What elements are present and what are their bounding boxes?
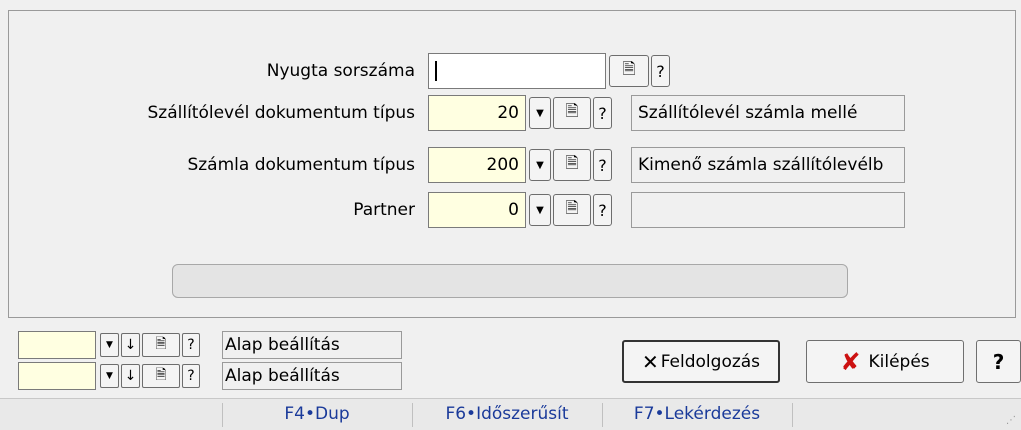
arrow-down-icon: ↓ <box>124 368 137 384</box>
help-button[interactable]: ? <box>976 340 1021 383</box>
chevron-down-icon: ▼ <box>536 204 544 216</box>
document-icon: 🗎 <box>155 367 167 383</box>
settings-lookup-button-2[interactable]: 🗎 <box>142 364 180 388</box>
invoice-doc-type-help-button[interactable]: ? <box>593 149 612 181</box>
settings-label-2: Alap beállítás <box>222 362 402 390</box>
partner-input[interactable]: 0 <box>428 192 526 228</box>
status-separator <box>222 403 223 427</box>
red-x-icon: ✘ <box>840 347 861 376</box>
progress-bar <box>172 264 848 298</box>
settings-lookup-button-1[interactable]: 🗎 <box>142 333 180 357</box>
status-separator <box>602 403 603 427</box>
document-icon: 🗎 <box>565 197 579 217</box>
partner-help-button[interactable]: ? <box>593 194 612 226</box>
settings-dropdown-1[interactable]: ▼ <box>100 333 119 357</box>
document-icon: 🗎 <box>155 336 167 352</box>
x-icon: ✕ <box>641 349 659 374</box>
settings-input-1[interactable] <box>18 331 96 359</box>
invoice-doc-type-dropdown[interactable]: ▼ <box>529 149 551 181</box>
receipt-number-label: Nyugta sorszáma <box>266 61 415 81</box>
process-button[interactable]: ✕ Feldolgozás <box>622 340 780 383</box>
chevron-down-icon: ▼ <box>536 159 544 171</box>
delivery-doc-type-input[interactable]: 20 <box>428 95 526 131</box>
document-icon: 🗎 <box>622 58 636 78</box>
receipt-number-lookup-button[interactable]: 🗎 <box>609 55 649 87</box>
delivery-doc-type-dropdown[interactable]: ▼ <box>529 97 551 129</box>
settings-help-button-1[interactable]: ? <box>182 333 200 357</box>
exit-button[interactable]: ✘ Kilépés <box>806 340 964 383</box>
delivery-doc-type-description: Szállítólevél számla mellé <box>631 95 905 131</box>
partner-lookup-button[interactable]: 🗎 <box>553 194 591 226</box>
partner-label: Partner <box>353 200 415 220</box>
document-icon: 🗎 <box>565 100 579 120</box>
status-f7-query[interactable]: F7•Lekérdezés <box>604 399 790 429</box>
settings-label-1: Alap beállítás <box>222 331 402 359</box>
status-f4-dup[interactable]: F4•Dup <box>224 399 410 429</box>
text-cursor <box>435 61 437 81</box>
invoice-doc-type-input[interactable]: 200 <box>428 147 526 183</box>
chevron-down-icon: ▼ <box>536 107 544 119</box>
status-separator <box>412 403 413 427</box>
partner-description <box>631 192 905 228</box>
chevron-down-icon: ▼ <box>106 340 113 350</box>
status-bar: F4•Dup F6•Időszerűsít F7•Lekérdezés ⋰ <box>0 398 1021 430</box>
delivery-doc-type-lookup-button[interactable]: 🗎 <box>553 97 591 129</box>
document-icon: 🗎 <box>565 152 579 172</box>
invoice-doc-type-label: Számla dokumentum típus <box>187 155 415 175</box>
invoice-doc-type-description: Kimenő számla szállítólevélb <box>631 147 905 183</box>
delivery-doc-type-label: Szállítólevél dokumentum típus <box>147 103 416 123</box>
status-separator <box>792 403 793 427</box>
settings-help-button-2[interactable]: ? <box>182 364 200 388</box>
invoice-doc-type-lookup-button[interactable]: 🗎 <box>553 149 591 181</box>
settings-load-button-1[interactable]: ↓ <box>121 333 140 357</box>
settings-dropdown-2[interactable]: ▼ <box>100 364 119 388</box>
chevron-down-icon: ▼ <box>106 371 113 381</box>
settings-input-2[interactable] <box>18 362 96 390</box>
arrow-down-icon: ↓ <box>124 337 137 353</box>
status-f6-refresh[interactable]: F6•Időszerűsít <box>414 399 600 429</box>
receipt-number-input[interactable] <box>428 53 606 89</box>
delivery-doc-type-help-button[interactable]: ? <box>593 97 612 129</box>
settings-load-button-2[interactable]: ↓ <box>121 364 140 388</box>
resize-grip-icon[interactable]: ⋰ <box>1006 415 1018 427</box>
receipt-number-help-button[interactable]: ? <box>651 55 670 87</box>
partner-dropdown[interactable]: ▼ <box>529 194 551 226</box>
